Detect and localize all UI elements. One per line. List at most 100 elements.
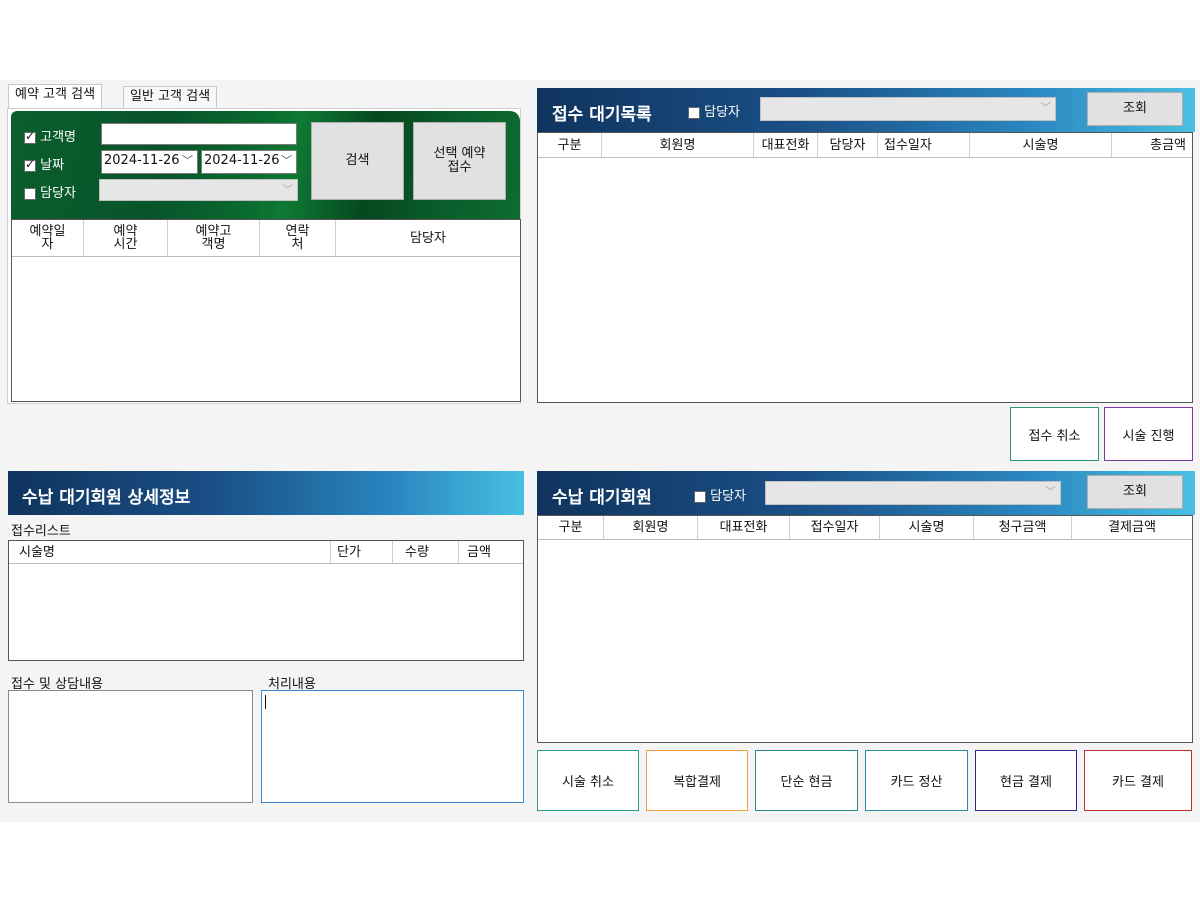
reception-waitlist-title: 접수 대기목록 (552, 105, 652, 125)
reservation-grid[interactable] (11, 219, 521, 402)
tab-label: 예약 고객 검색 (15, 87, 96, 102)
date-to-picker[interactable]: 2024-11-26 ﹀ (201, 150, 297, 174)
reception-query-button[interactable]: 조회 (1087, 92, 1183, 126)
column-header[interactable]: 청구금액 (974, 516, 1072, 539)
date-checkbox[interactable]: 날짜 (24, 154, 94, 173)
combined-payment-button[interactable]: 복합결제 (646, 750, 748, 811)
column-header[interactable]: 시술명 (970, 133, 1112, 157)
column-label: 수량 (405, 544, 429, 560)
manager-label: 담당자 (40, 186, 77, 201)
text-cursor (265, 695, 266, 709)
column-header[interactable]: 접수일자 (790, 516, 880, 539)
cash-payment-label: 현금 결제 (1000, 775, 1052, 790)
chevron-down-icon: ﹀ (282, 183, 293, 196)
cancel-reception-button[interactable]: 접수 취소 (1010, 407, 1099, 461)
customer-name-label: 고객명 (40, 130, 77, 145)
cancel-reception-label: 접수 취소 (1028, 428, 1081, 444)
manager-checkbox[interactable]: 담당자 (24, 182, 94, 201)
payment-waitlist-title: 수납 대기회원 (552, 488, 652, 508)
manager-filter-label: 담당자 (710, 489, 747, 504)
column-header[interactable]: 구분 (538, 133, 602, 157)
column-label: 금액 (467, 544, 491, 560)
reception-grid-header: 구분 회원명 대표전화 담당자 접수일자 시술명 총금액 (538, 133, 1192, 158)
column-label: 총금액 (1150, 137, 1186, 153)
consult-textarea[interactable] (8, 690, 253, 803)
column-label: 접수일자 (884, 137, 932, 153)
column-label: 시술명 (1022, 137, 1059, 153)
tab-general-search[interactable]: 일반 고객 검색 (123, 86, 218, 108)
checkbox-icon (24, 157, 36, 172)
payment-query-button[interactable]: 조회 (1087, 475, 1183, 509)
payment-detail-title: 수납 대기회원 상세정보 (22, 488, 191, 508)
reception-list-label: 접수리스트 (11, 524, 71, 539)
date-to-value: 2024-11-26 (204, 153, 280, 168)
proceed-treatment-button[interactable]: 시술 진행 (1104, 407, 1193, 461)
reception-list-header: 시술명 단가 수량 금액 (9, 541, 523, 564)
column-header[interactable]: 수량 (393, 541, 459, 563)
manager-dropdown[interactable]: ﹀ (99, 179, 298, 201)
date-from-picker[interactable]: 2024-11-26 ﹀ (101, 150, 198, 174)
search-button[interactable]: 검색 (311, 122, 404, 200)
column-header[interactable]: 시술명 (880, 516, 974, 539)
simple-cash-button[interactable]: 단순 현금 (755, 750, 858, 811)
column-header[interactable]: 금액 (459, 541, 523, 563)
select-reservation-button[interactable]: 선택 예약 접수 (413, 122, 506, 200)
payment-manager-dropdown[interactable]: ﹀ (765, 481, 1061, 505)
cancel-treatment-button[interactable]: 시술 취소 (537, 750, 639, 811)
tab-label: 일반 고객 검색 (130, 89, 211, 104)
date-label: 날짜 (40, 158, 65, 173)
column-label: 회원명 (659, 137, 696, 153)
manager-filter-label: 담당자 (704, 105, 741, 120)
column-header[interactable]: 단가 (331, 541, 393, 563)
column-label: 결제금액 (1108, 520, 1156, 535)
tab-reservation-search[interactable]: 예약 고객 검색 (8, 84, 103, 108)
column-header[interactable]: 회원명 (602, 133, 754, 157)
column-label: 구분 (557, 137, 582, 153)
combined-payment-label: 복합결제 (673, 775, 721, 790)
card-payment-label: 카드 결제 (1112, 775, 1164, 790)
column-label: 청구금액 (998, 520, 1047, 535)
chevron-down-icon: ﹀ (281, 154, 292, 167)
chevron-down-icon: ﹀ (182, 154, 193, 167)
select-reservation-label: 선택 예약 접수 (433, 146, 486, 175)
reception-manager-checkbox[interactable]: 담당자 (688, 101, 758, 120)
payment-grid[interactable] (537, 515, 1193, 743)
proceed-treatment-label: 시술 진행 (1122, 428, 1175, 444)
simple-cash-label: 단순 현금 (780, 775, 833, 790)
column-label: 단가 (337, 544, 361, 560)
column-label: 접수일자 (810, 520, 859, 535)
column-label: 시술명 (19, 544, 55, 560)
date-from-value: 2024-11-26 (104, 153, 180, 168)
reception-grid[interactable] (537, 132, 1193, 403)
column-header[interactable]: 시술명 (9, 541, 331, 563)
payment-manager-checkbox[interactable]: 담당자 (694, 485, 764, 504)
checkbox-icon (688, 106, 700, 119)
column-label: 담당자 (829, 137, 866, 153)
column-header[interactable]: 결제금액 (1072, 516, 1192, 539)
column-header[interactable]: 대표전화 (754, 133, 818, 157)
checkbox-icon (694, 490, 706, 503)
search-button-label: 검색 (345, 153, 370, 168)
query-button-label: 조회 (1123, 101, 1147, 116)
cash-payment-button[interactable]: 현금 결제 (975, 750, 1077, 811)
column-header[interactable]: 접수일자 (878, 133, 970, 157)
checkbox-icon (24, 187, 36, 200)
column-header[interactable]: 회원명 (604, 516, 698, 539)
column-header[interactable]: 담당자 (818, 133, 878, 157)
column-header[interactable]: 구분 (538, 516, 604, 539)
column-label: 시술명 (908, 520, 945, 535)
query-button-label: 조회 (1123, 484, 1147, 499)
customer-name-checkbox[interactable]: 고객명 (24, 126, 94, 145)
card-payment-button[interactable]: 카드 결제 (1084, 750, 1192, 811)
payment-grid-header: 구분 회원명 대표전화 접수일자 시술명 청구금액 결제금액 (538, 516, 1192, 540)
process-textarea[interactable] (261, 690, 524, 803)
reception-manager-dropdown[interactable]: ﹀ (760, 97, 1056, 121)
column-header[interactable]: 대표전화 (698, 516, 790, 539)
card-settlement-label: 카드 정산 (890, 775, 943, 790)
column-label: 대표전화 (761, 137, 810, 153)
checkbox-icon (24, 129, 36, 144)
cancel-treatment-label: 시술 취소 (562, 775, 614, 790)
customer-name-input[interactable] (101, 123, 297, 145)
column-header[interactable]: 총금액 (1112, 133, 1192, 157)
card-settlement-button[interactable]: 카드 정산 (865, 750, 968, 811)
